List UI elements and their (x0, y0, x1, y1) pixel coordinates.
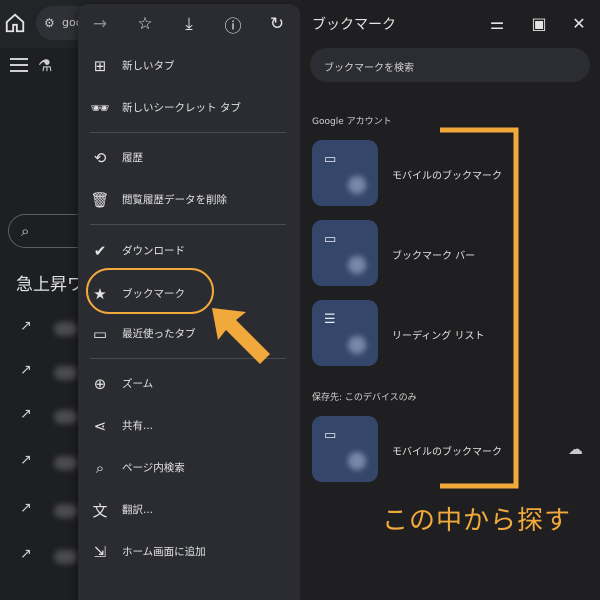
find-in-page-icon: ⌕ (95, 459, 105, 477)
zoom-icon: ⊕ (93, 375, 107, 393)
blurred-text (54, 504, 78, 518)
folder-thumbnail: ▭ (312, 416, 378, 482)
downloads-icon: ✔ (93, 242, 107, 260)
section-header-device-only: 保存先: このデバイスのみ (312, 393, 417, 403)
history-icon: ⟲ (93, 149, 107, 167)
folder-icon: ▭ (324, 152, 337, 167)
reading-list-thumbnail: ☰ (312, 300, 378, 366)
highlight-oval (86, 268, 214, 314)
hamburger-menu-icon[interactable] (10, 58, 28, 72)
trending-icon: ↗ (20, 546, 32, 562)
search-icon: ⌕ (21, 222, 30, 240)
blurred-favicon (348, 452, 366, 470)
menu-item-find-in-page[interactable]: ⌕ ページ内検索 (78, 448, 300, 488)
trending-item[interactable]: ↗ (20, 318, 80, 340)
menu-item-new-tab[interactable]: ⊞ 新しいタブ (78, 46, 300, 86)
menu-item-new-incognito-tab[interactable]: 🕶 新しいシークレット タブ (78, 88, 300, 128)
menu-icon-row: → ☆ ⤓ ⓘ ↻ (78, 4, 300, 44)
search-placeholder: ブックマークを検索 (324, 63, 414, 74)
menu-item-label: 履歴 (122, 152, 143, 164)
menu-item-share[interactable]: ⋖ 共有... (78, 406, 300, 446)
info-icon[interactable]: ⓘ (221, 12, 245, 37)
cloud-off-icon: ☁ (568, 440, 583, 458)
menu-item-add-to-home[interactable]: ⇲ ホーム画面に追加 (78, 532, 300, 572)
menu-item-downloads[interactable]: ✔ ダウンロード (78, 231, 300, 271)
translate-icon: 文 (92, 501, 108, 520)
trending-item[interactable]: ↗ (20, 362, 80, 384)
menu-item-label: 閲覧履歴データを削除 (122, 194, 227, 206)
folder-thumbnail: ▭ (312, 140, 378, 206)
close-icon[interactable]: ✕ (568, 12, 590, 34)
trending-item[interactable]: ↗ (20, 406, 80, 428)
blurred-text (54, 410, 78, 424)
new-tab-icon: ⊞ (93, 57, 107, 75)
menu-item-label: 最近使ったタブ (122, 328, 196, 340)
forward-icon[interactable]: → (88, 12, 112, 36)
menu-item-clear-browsing-data[interactable]: 🗑 閲覧履歴データを削除 (78, 180, 300, 220)
trending-icon: ↗ (20, 362, 32, 378)
blurred-text (54, 456, 78, 470)
blurred-favicon (348, 176, 366, 194)
folder-thumbnail: ▭ (312, 220, 378, 286)
trending-item[interactable]: ↗ (20, 500, 80, 522)
menu-item-label: 新しいシークレット タブ (122, 102, 241, 114)
incognito-icon: 🕶 (90, 99, 110, 117)
blurred-favicon (348, 336, 366, 354)
new-folder-icon[interactable]: ▣ (528, 12, 550, 34)
menu-item-label: 翻訳... (122, 504, 154, 516)
menu-item-label: ズーム (122, 378, 154, 390)
blurred-text (54, 366, 78, 380)
blurred-text (54, 322, 78, 336)
share-icon: ⋖ (93, 417, 107, 435)
star-outline-icon[interactable]: ☆ (133, 12, 157, 36)
reload-icon[interactable]: ↻ (265, 12, 289, 36)
section-header-google-account: Google アカウント (312, 117, 392, 127)
annotation-bracket (440, 127, 519, 489)
trending-item[interactable]: ↗ (20, 452, 80, 474)
recent-tabs-icon: ▭ (92, 325, 108, 343)
trending-icon: ↗ (20, 406, 32, 422)
menu-item-history[interactable]: ⟲ 履歴 (78, 138, 300, 178)
folder-icon: ▭ (324, 232, 337, 247)
annotation-caption: この中から探す (382, 506, 572, 536)
menu-item-label: 新しいタブ (122, 60, 175, 72)
menu-item-label: ダウンロード (122, 245, 185, 257)
menu-divider (90, 132, 286, 133)
trending-icon: ↗ (20, 500, 32, 516)
add-to-home-icon: ⇲ (93, 543, 107, 561)
annotation-arrow-icon (212, 308, 270, 364)
sort-filter-icon[interactable]: ⚌ (486, 12, 508, 34)
site-settings-icon[interactable]: ⚙ (44, 16, 55, 30)
menu-item-label: ホーム画面に追加 (122, 546, 206, 558)
trending-item[interactable]: ↗ (20, 546, 80, 568)
folder-icon: ▭ (324, 428, 337, 443)
trending-icon: ↗ (20, 318, 32, 334)
menu-item-zoom[interactable]: ⊕ ズーム (78, 364, 300, 404)
menu-divider (90, 224, 286, 225)
blurred-text (54, 550, 78, 564)
trash-icon: 🗑 (90, 191, 110, 209)
menu-item-label: 共有... (122, 420, 154, 432)
labs-flask-icon[interactable]: ⚗ (38, 56, 52, 75)
reading-list-icon: ☰ (324, 312, 336, 327)
bookmark-search-input[interactable]: ブックマークを検索 (310, 48, 590, 82)
trending-heading: 急上昇ワ (16, 275, 84, 295)
trending-icon: ↗ (20, 452, 32, 468)
blurred-favicon (348, 256, 366, 274)
menu-item-translate[interactable]: 文 翻訳... (78, 490, 300, 530)
page-title: ブックマーク (312, 17, 396, 33)
home-icon[interactable] (4, 12, 26, 34)
menu-item-label: ページ内検索 (122, 462, 185, 474)
download-icon[interactable]: ⤓ (177, 12, 201, 36)
